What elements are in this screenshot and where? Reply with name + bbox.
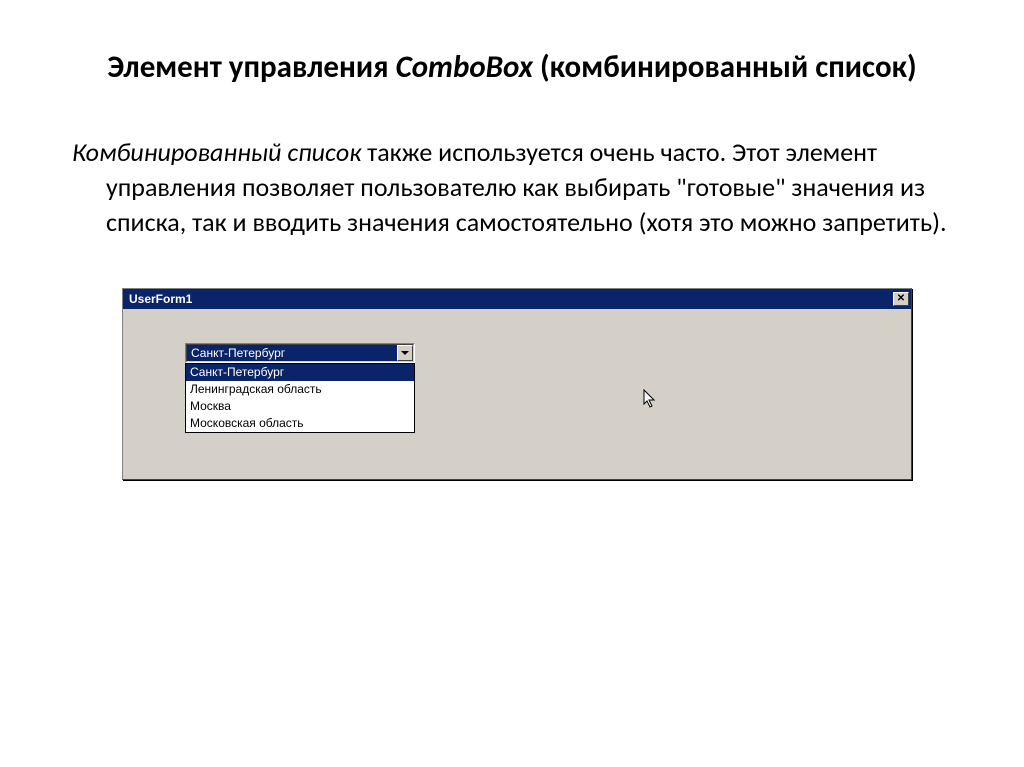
title-bar[interactable]: UserForm1 ✕ [123, 289, 911, 309]
combobox-list[interactable]: Санкт-Петербург Ленинградская область Мо… [185, 363, 415, 433]
form-body: Санкт-Петербург Санкт-Петербург Ленингра… [123, 309, 911, 479]
title-italic: ComboBox [396, 48, 533, 86]
chevron-down-icon [401, 351, 409, 355]
slide-title: Элемент управления ComboBox (комбинирова… [72, 48, 952, 87]
combobox[interactable]: Санкт-Петербург Санкт-Петербург Ленингра… [185, 343, 415, 433]
title-part2: (комбинированный список) [533, 48, 917, 86]
body-paragraph: Комбинированный список также используетс… [72, 135, 952, 240]
slide: Элемент управления ComboBox (комбинирова… [0, 0, 1024, 510]
userform-window: UserForm1 ✕ Санкт-Петербург Санкт-Петерб… [122, 288, 912, 480]
cursor-icon [643, 389, 657, 409]
close-icon: ✕ [897, 294, 905, 304]
combobox-input[interactable]: Санкт-Петербург [185, 343, 415, 363]
close-button[interactable]: ✕ [893, 292, 909, 306]
title-part1: Элемент управления [107, 48, 395, 86]
combobox-item[interactable]: Санкт-Петербург [186, 364, 414, 381]
body-italic: Комбинированный список [72, 136, 361, 168]
combobox-item[interactable]: Московская область [186, 415, 414, 432]
combobox-item[interactable]: Москва [186, 398, 414, 415]
combobox-selected-text[interactable]: Санкт-Петербург [187, 345, 397, 361]
combobox-item[interactable]: Ленинградская область [186, 381, 414, 398]
combobox-dropdown-button[interactable] [397, 345, 413, 361]
window-title: UserForm1 [129, 292, 192, 306]
